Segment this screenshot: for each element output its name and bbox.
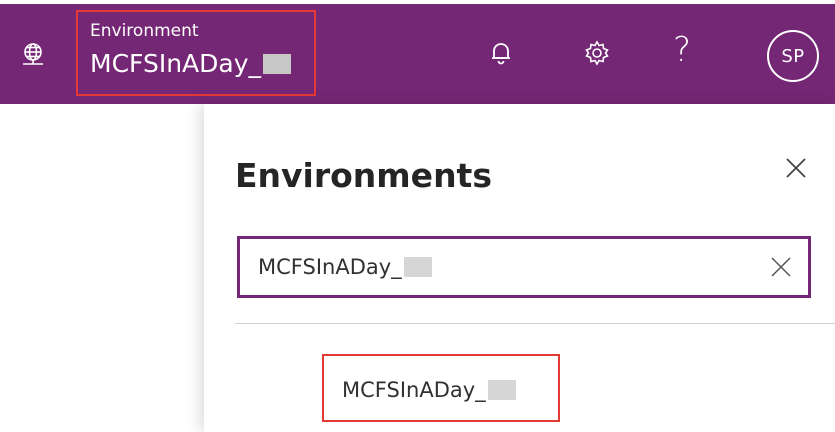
gear-icon[interactable] (582, 38, 612, 68)
search-text: MCFSInADay_ (258, 255, 402, 279)
divider (235, 323, 835, 324)
help-icon[interactable]: ? (673, 30, 691, 70)
environments-panel: Environments MCFSInADay_ MCFSInADay_ (204, 104, 835, 432)
user-avatar[interactable]: SP (767, 30, 819, 82)
globe-icon[interactable] (20, 42, 46, 68)
search-value: MCFSInADay_ (258, 253, 432, 281)
environment-list-item-label: MCFSInADay_ (342, 378, 486, 402)
redacted-block (487, 380, 516, 400)
environment-list-item[interactable]: MCFSInADay_ (342, 376, 516, 404)
clear-icon[interactable] (770, 256, 792, 278)
environment-switcher[interactable]: MCFSInADay_ (90, 48, 292, 80)
bell-icon[interactable] (486, 38, 516, 68)
panel-title: Environments (235, 156, 492, 195)
environment-caption: Environment (90, 21, 199, 41)
redacted-block (403, 257, 432, 277)
app-window: Environment MCFSInADay_ ? SP Environment… (0, 0, 835, 432)
redacted-block (263, 54, 292, 74)
environment-search-input[interactable]: MCFSInADay_ (237, 236, 811, 298)
top-bar: Environment MCFSInADay_ ? SP (0, 4, 835, 104)
close-icon[interactable] (784, 156, 808, 180)
environment-name: MCFSInADay_ (90, 49, 262, 78)
